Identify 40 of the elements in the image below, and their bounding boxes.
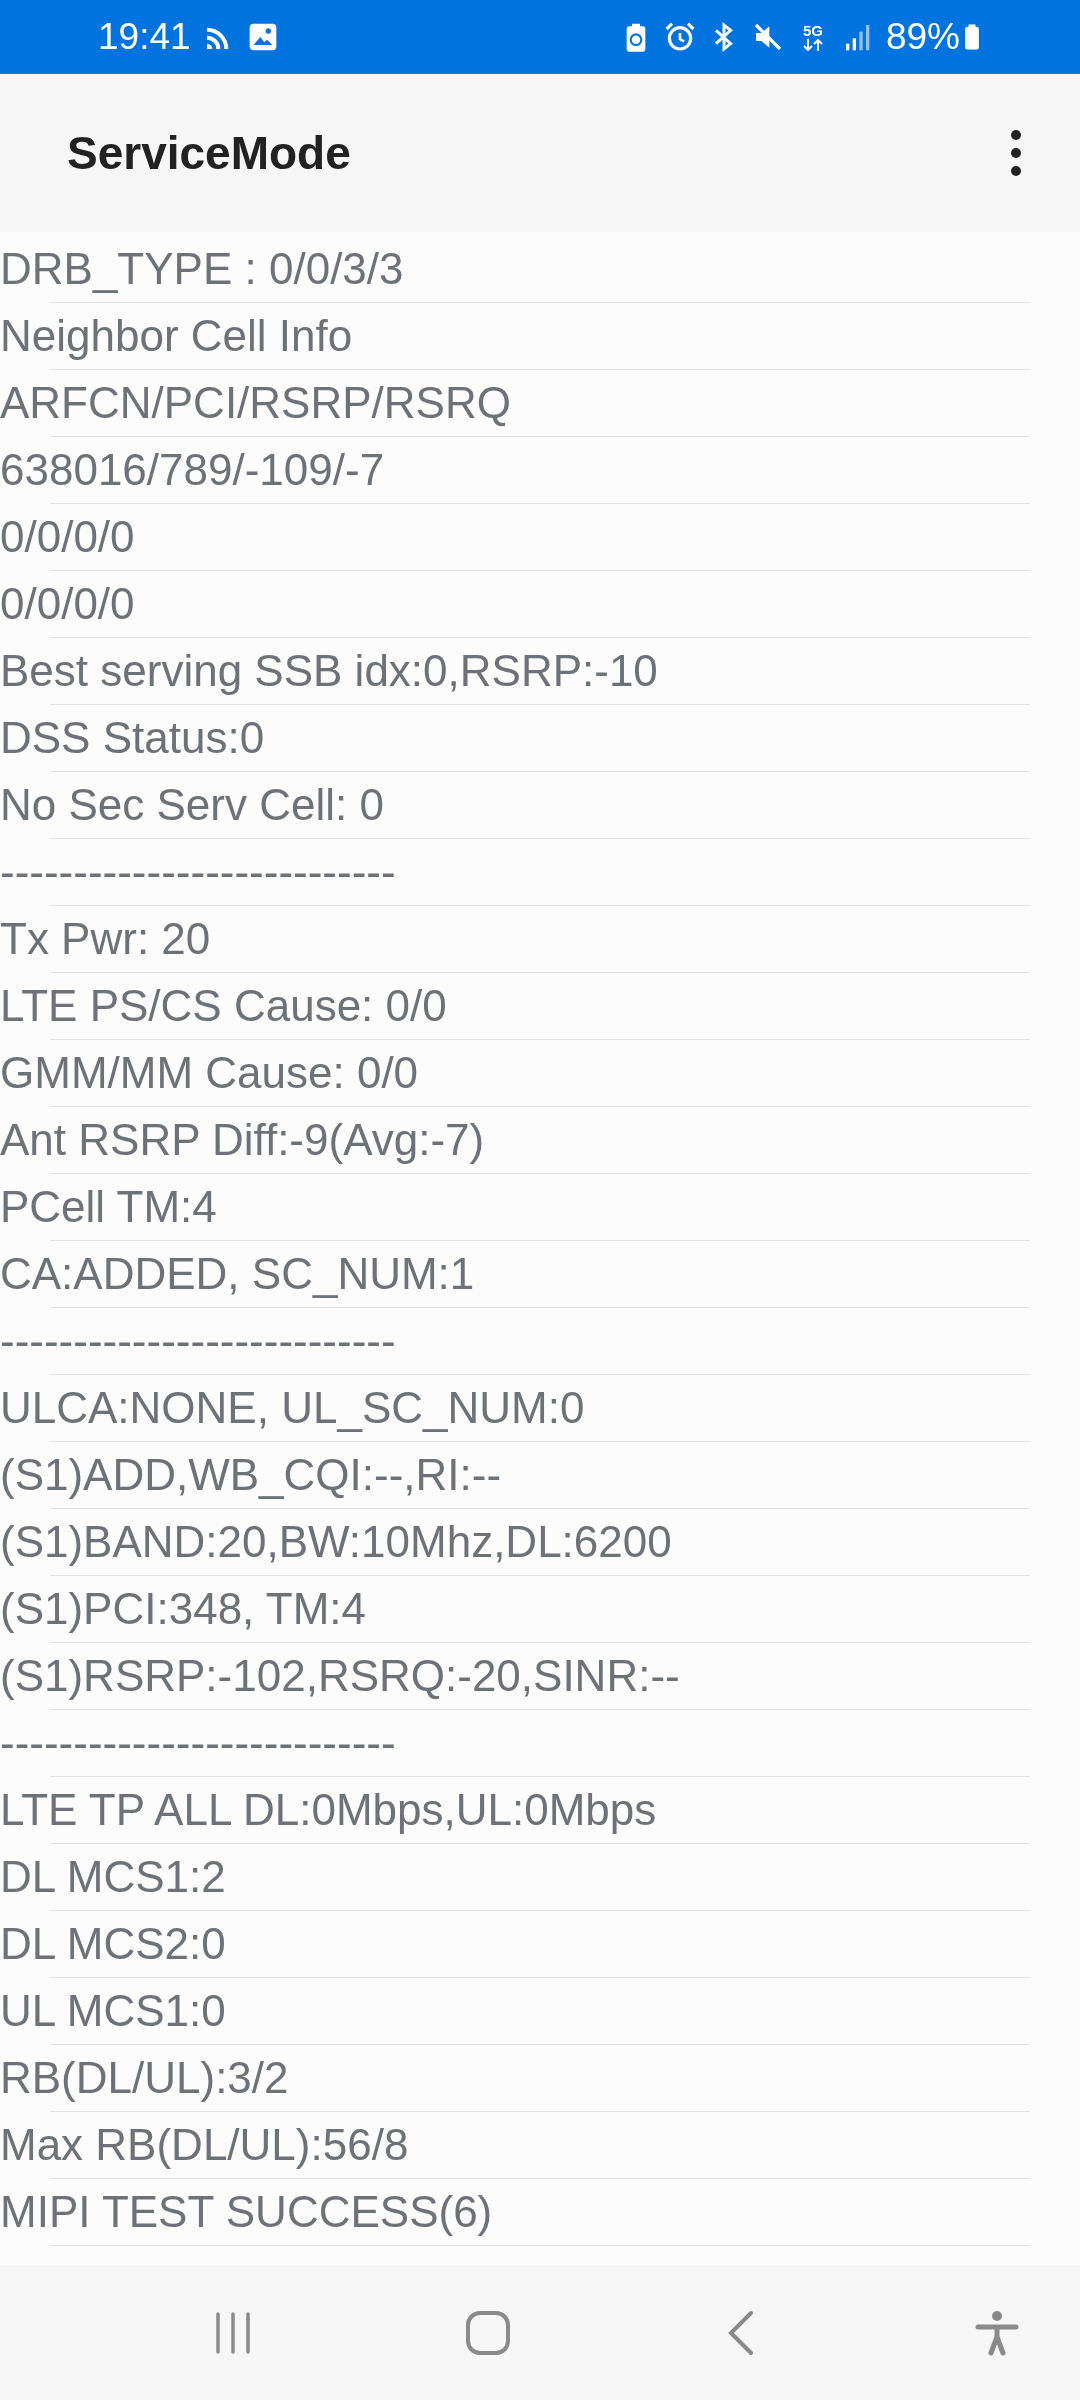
info-line: UL MCS1:0	[0, 1985, 226, 2037]
info-line: ---------------------------	[0, 1315, 396, 1367]
info-line: GMM/MM Cause: 0/0	[0, 1047, 419, 1099]
info-line: MIPI TEST SUCCESS(6)	[0, 2186, 493, 2238]
info-line: ULCA:NONE, UL_SC_NUM:0	[0, 1382, 585, 1434]
info-line: DRB_TYPE : 0/0/3/3	[0, 243, 404, 295]
alarm-icon	[663, 21, 696, 53]
data-arrows-icon	[800, 39, 825, 51]
battery-icon	[964, 22, 980, 52]
info-line: 0/0/0/0	[0, 578, 135, 630]
info-line: ---------------------------	[0, 846, 396, 898]
info-line: LTE TP ALL DL:0Mbps,UL:0Mbps	[0, 1784, 657, 1836]
info-line: Neighbor Cell Info	[0, 310, 353, 362]
info-line: (S1)RSRP:-102,RSRQ:-20,SINR:--	[0, 1650, 680, 1702]
info-line: PCell TM:4	[0, 1181, 217, 1233]
more-options-icon[interactable]	[1010, 129, 1022, 177]
info-line: ---------------------------	[0, 1717, 396, 1769]
home-icon[interactable]	[464, 2309, 511, 2356]
info-line: Max RB(DL/UL):56/8	[0, 2119, 409, 2171]
info-line: LTE PS/CS Cause: 0/0	[0, 980, 447, 1032]
info-line: DSS Status:0	[0, 712, 265, 764]
info-line: (S1)PCI:348, TM:4	[0, 1583, 366, 1635]
info-line: Best serving SSB idx:0,RSRP:-10	[0, 645, 658, 697]
info-line: (S1)ADD,WB_CQI:--,RI:--	[0, 1449, 502, 1501]
info-line: Ant RSRP Diff:-9(Avg:-7)	[0, 1114, 485, 1166]
info-line: (S1)BAND:20,BW:10Mhz,DL:6200	[0, 1516, 672, 1568]
info-line: DL MCS1:2	[0, 1851, 226, 1903]
info-line: RB(DL/UL):3/2	[0, 2052, 289, 2104]
network-type-label: 5G	[802, 23, 823, 39]
app-title: ServiceMode	[67, 126, 351, 180]
info-line: DL MCS2:0	[0, 1918, 226, 1970]
info-line: 0/0/0/0	[0, 511, 135, 563]
info-line: No Sec Serv Cell: 0	[0, 779, 384, 831]
accessibility-icon[interactable]	[973, 2309, 1020, 2356]
clock: 19:41	[98, 16, 191, 58]
info-line: 638016/789/-109/-7	[0, 444, 385, 496]
info-line: CA:ADDED, SC_NUM:1	[0, 1248, 475, 1300]
info-line: ARFCN/PCI/RSRP/RSRQ	[0, 377, 511, 429]
info-line: Tx Pwr: 20	[0, 913, 211, 965]
battery-percentage: 89%	[885, 16, 960, 58]
